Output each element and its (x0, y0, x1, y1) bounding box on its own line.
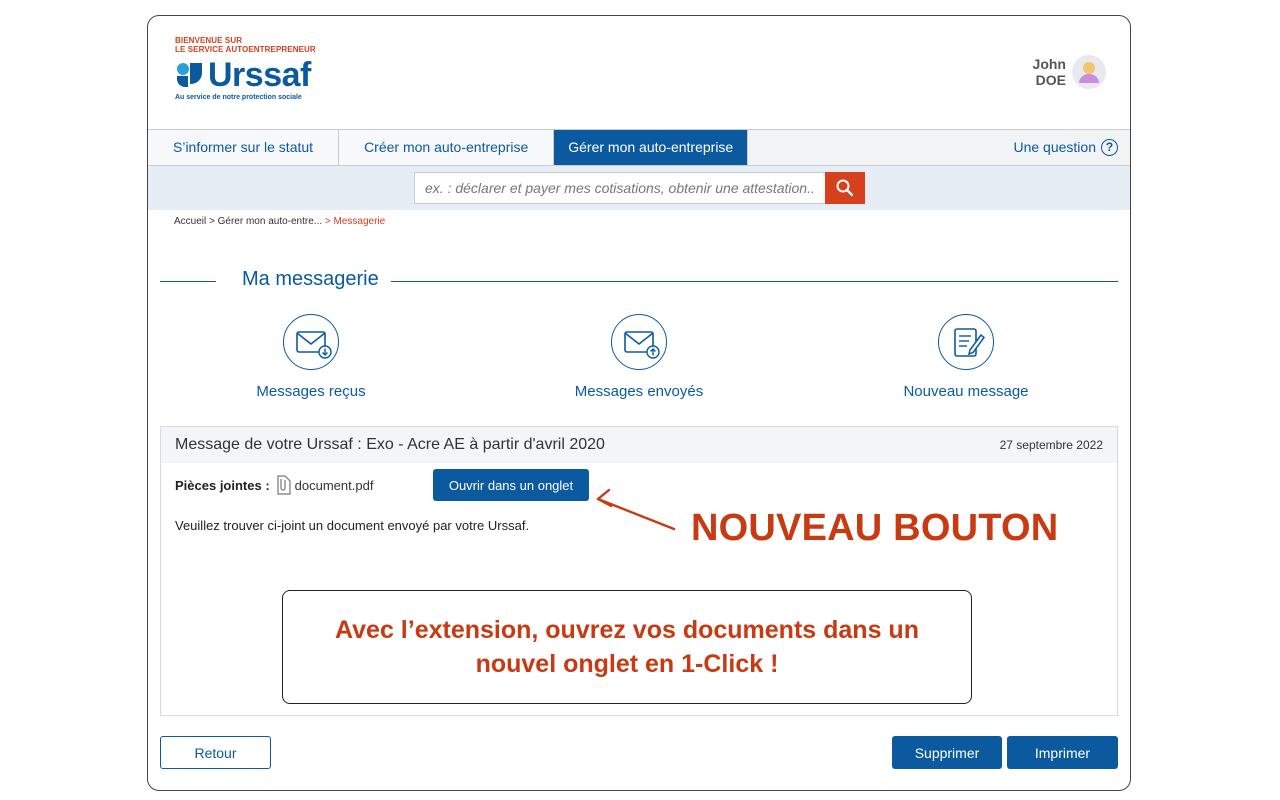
new-message-link[interactable]: Nouveau message (866, 314, 1066, 400)
main-nav: S’informer sur le statut Créer mon auto-… (148, 129, 1130, 166)
promo-box: Avec l’extension, ouvrez vos documents d… (282, 590, 972, 704)
brand-name: Urssaf (208, 56, 311, 94)
breadcrumb-current: > Messagerie (324, 216, 386, 227)
delete-button[interactable]: Supprimer (892, 736, 1002, 769)
attachments-row: Pièces jointes : document.pdf (175, 469, 373, 501)
message-body: Veuillez trouver ci-joint un document en… (175, 518, 530, 533)
user-last-name: DOE (1035, 72, 1066, 88)
brand-welcome-line1: BIENVENUE SUR (175, 36, 243, 45)
print-button[interactable]: Imprimer (1007, 736, 1118, 769)
page-title: Ma messagerie (230, 268, 391, 291)
message-subject: Message de votre Urssaf : Exo - Acre AE … (175, 436, 605, 453)
user-menu[interactable]: John DOE (1033, 55, 1106, 89)
search-icon (836, 179, 854, 197)
search-button[interactable] (825, 172, 865, 204)
envelope-download-icon (283, 314, 339, 370)
compose-message-icon (938, 314, 994, 370)
callout-arrow-icon (596, 488, 676, 531)
section-title: Ma messagerie (160, 268, 1118, 294)
sent-label: Messages envoyés (574, 383, 704, 400)
message-header: Message de votre Urssaf : Exo - Acre AE … (161, 427, 1117, 463)
breadcrumb-path[interactable]: Accueil > Gérer mon auto-entre... (174, 216, 322, 227)
nav-item-gerer[interactable]: Gérer mon auto-entreprise (554, 130, 749, 165)
brand-tagline: Au service de notre protection sociale (175, 94, 302, 101)
user-name: John DOE (1033, 56, 1066, 88)
nav-item-creer[interactable]: Créer mon auto-entreprise (339, 130, 555, 165)
user-avatar-icon (1072, 55, 1106, 89)
attachments-label: Pièces jointes : (175, 477, 270, 493)
open-in-tab-button[interactable]: Ouvrir dans un onglet (433, 469, 589, 501)
brand-welcome-line2: LE SERVICE AUTOENTREPRENEUR (175, 45, 316, 54)
back-button[interactable]: Retour (160, 736, 271, 769)
browser-frame: BIENVENUE SUR LE SERVICE AUTOENTREPRENEU… (147, 15, 1131, 791)
help-link[interactable]: Une question ? (1013, 130, 1118, 165)
paperclip-file-icon (277, 475, 291, 495)
inbox-link[interactable]: Messages reçus (211, 314, 411, 400)
sent-link[interactable]: Messages envoyés (539, 314, 739, 400)
new-message-label: Nouveau message (903, 383, 1029, 400)
message-date: 27 septembre 2022 (999, 438, 1103, 452)
breadcrumb: Accueil > Gérer mon auto-entre... > Mess… (174, 216, 385, 227)
search-bar (148, 166, 1130, 210)
envelope-upload-icon (611, 314, 667, 370)
attachment-filename: document.pdf (294, 477, 374, 493)
help-link-label: Une question (1013, 139, 1096, 155)
search-input[interactable] (414, 172, 826, 204)
brand-logo[interactable]: BIENVENUE SUR LE SERVICE AUTOENTREPRENEU… (175, 36, 316, 101)
promo-line2: nouvel onglet en 1-Click ! (475, 650, 779, 678)
promo-line1: Avec l’extension, ouvrez vos documents d… (335, 616, 919, 644)
callout-label: NOUVEAU BOUTON (691, 507, 1059, 549)
urssaf-logo-icon (175, 60, 205, 90)
question-circle-icon: ? (1101, 139, 1118, 156)
nav-item-informer[interactable]: S’informer sur le statut (148, 130, 340, 165)
attachment-file[interactable]: document.pdf (274, 474, 374, 496)
user-first-name: John (1032, 56, 1066, 72)
inbox-label: Messages reçus (256, 383, 366, 400)
